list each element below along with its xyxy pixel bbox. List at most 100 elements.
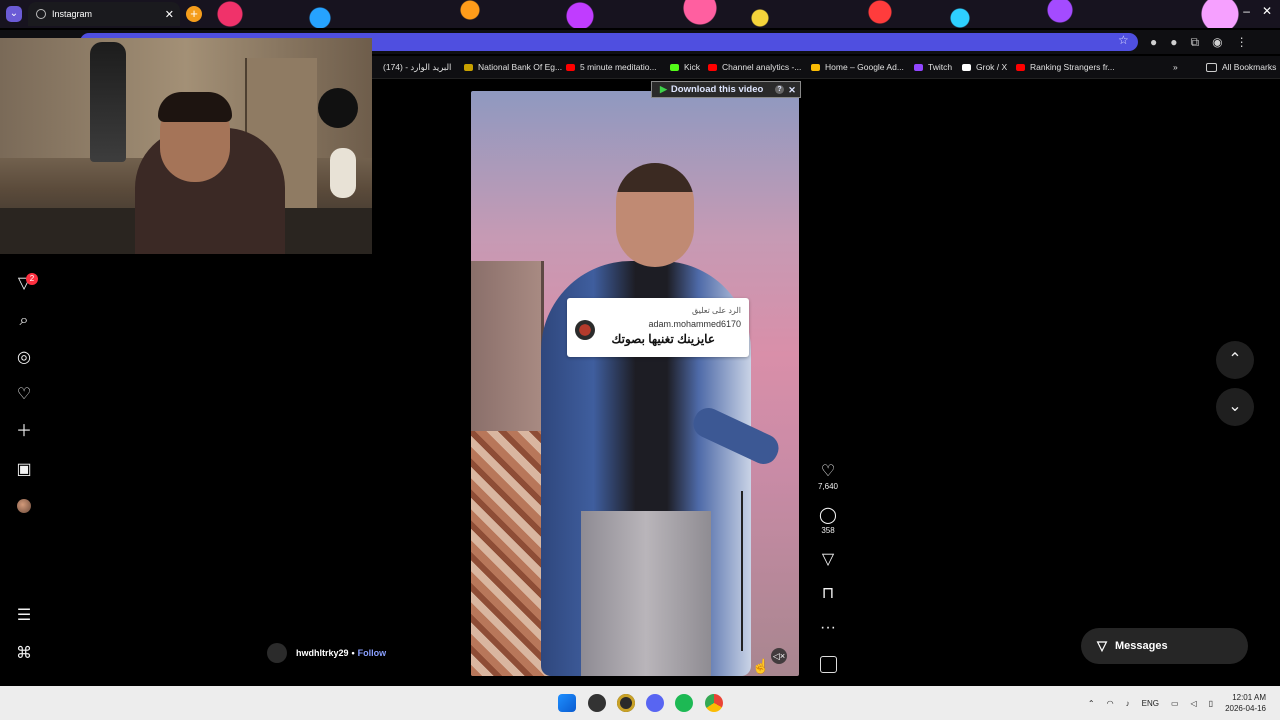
language-indicator[interactable]: ENG xyxy=(1142,699,1159,708)
youtube-icon xyxy=(708,63,717,71)
window-close-button[interactable]: ✕ xyxy=(1262,4,1272,18)
video-cable xyxy=(741,491,743,651)
comment-icon: ◯ xyxy=(819,507,837,524)
tab-instagram[interactable]: Instagram ✕ xyxy=(28,2,180,26)
follow-button[interactable]: Follow xyxy=(358,648,387,658)
heart-icon[interactable]: ♡ xyxy=(14,385,34,405)
like-count: 7,640 xyxy=(817,482,839,491)
audio-thumbnail[interactable] xyxy=(820,656,837,673)
twitch-icon xyxy=(914,63,923,71)
all-bookmarks[interactable]: All Bookmarks xyxy=(1206,62,1276,72)
discord-icon[interactable] xyxy=(646,694,664,712)
google-ads-icon xyxy=(811,63,820,71)
separator-dot: • xyxy=(351,648,355,658)
x-icon xyxy=(962,63,971,71)
clock[interactable]: 12:01 AM 2026-04-16 xyxy=(1225,692,1266,714)
system-tray: ⌃ ◠ ♪ ENG ▭ ◁ ▯ 12:01 AM 2026-04-16 xyxy=(1088,686,1266,720)
youtube-icon xyxy=(566,63,575,71)
video-head xyxy=(616,163,694,267)
send-icon: ▽ xyxy=(821,551,835,568)
search-icon[interactable]: ⌕ xyxy=(14,311,34,331)
download-close-button[interactable]: ✕ xyxy=(787,85,797,95)
download-video-button[interactable]: Download this video xyxy=(671,84,775,95)
webcam-overlay xyxy=(0,38,372,254)
start-icon[interactable] xyxy=(558,694,576,712)
battery-icon[interactable]: ▯ xyxy=(1209,699,1213,708)
next-reel-button[interactable]: ⌄ xyxy=(1216,388,1254,426)
play-icon: ▶ xyxy=(660,84,667,94)
chevron-up-icon[interactable]: ⌃ xyxy=(1088,699,1095,708)
reply-comment-sticker: الرد على تعليق adam.mohammed6170 عايزينك… xyxy=(567,298,749,357)
extension-icon[interactable]: ● xyxy=(1150,35,1157,50)
reel-video[interactable] xyxy=(471,91,799,676)
share-button[interactable]: ▽ xyxy=(812,550,844,570)
notification-badge: 2 xyxy=(26,273,38,285)
folder-icon xyxy=(1206,62,1217,72)
help-icon[interactable]: ? xyxy=(775,85,784,94)
tab-search-icon[interactable]: ⌄ xyxy=(6,6,22,22)
bookmark-star-icon[interactable]: ☆ xyxy=(1118,33,1129,47)
windows-taskbar: ⌃ ◠ ♪ ENG ▭ ◁ ▯ 12:01 AM 2026-04-16 xyxy=(0,686,1280,720)
bookmark-item[interactable]: البريد الوارد - (174) xyxy=(383,62,451,73)
bookmark-icon: ⊓ xyxy=(821,585,835,602)
youtube-icon xyxy=(1016,63,1025,71)
previous-reel-button[interactable]: ⌃ xyxy=(1216,341,1254,379)
webcam-balloon xyxy=(318,88,358,128)
dashboard-icon[interactable]: ▣ xyxy=(14,460,34,480)
profile-circle-icon[interactable]: ● xyxy=(1170,35,1177,50)
new-tab-button[interactable]: + xyxy=(186,6,202,22)
puzzle-icon[interactable]: ⧉ xyxy=(1191,35,1200,50)
bookmark-item[interactable]: National Bank Of Eg... xyxy=(464,62,562,72)
plus-icon[interactable]: ＋ xyxy=(14,422,34,442)
bookmark-item[interactable]: 5 minute meditatio... xyxy=(566,62,657,72)
mouse-cursor-icon: ☝ xyxy=(752,658,770,674)
heart-icon: ♡ xyxy=(820,463,836,480)
bookmark-item[interactable]: Twitch xyxy=(914,62,952,72)
tab-close-button[interactable]: ✕ xyxy=(165,8,174,21)
webcam-mannequin xyxy=(90,42,126,162)
minimize-button[interactable]: – xyxy=(1243,4,1250,18)
commenter-avatar xyxy=(575,320,595,340)
commenter-username: adam.mohammed6170 xyxy=(648,319,741,329)
bookmark-item[interactable]: Home – Google Ad... xyxy=(811,62,904,72)
explore-icon[interactable]: ◎ xyxy=(14,348,34,368)
more-options-button[interactable]: ··· xyxy=(812,618,844,638)
more-icon: ··· xyxy=(820,619,836,636)
account-avatar-icon[interactable]: ◉ xyxy=(1212,35,1222,50)
microphone-icon[interactable]: ♪ xyxy=(1126,699,1130,708)
reel-author: hwdhltrky29 • Follow xyxy=(267,643,386,663)
display-icon[interactable]: ▭ xyxy=(1171,699,1179,708)
kebab-menu-icon[interactable]: ⋮ xyxy=(1236,35,1248,50)
bookmark-item[interactable]: Kick xyxy=(670,62,700,72)
clock-date: 2026-04-16 xyxy=(1225,704,1266,713)
bookmarks-overflow-button[interactable]: » xyxy=(1173,62,1178,72)
menu-icon[interactable]: ☰ xyxy=(14,606,34,626)
app-icon[interactable] xyxy=(617,694,635,712)
like-action[interactable]: ♡ 7,640 xyxy=(812,462,844,491)
bookmark-item[interactable]: Grok / X xyxy=(962,62,1007,72)
video-pants xyxy=(581,511,711,676)
app-icon[interactable] xyxy=(588,694,606,712)
save-button[interactable]: ⊓ xyxy=(812,584,844,604)
webcam-person-hair xyxy=(158,92,232,122)
download-video-bar: ▶ Download this video ? ✕ xyxy=(651,81,801,98)
spotify-icon[interactable] xyxy=(675,694,693,712)
messages-button[interactable]: ▽ Messages xyxy=(1081,628,1248,664)
comment-text: عايزينك تغنيها بصوتك xyxy=(611,332,715,346)
messages-label: Messages xyxy=(1115,640,1168,652)
profile-avatar[interactable] xyxy=(17,499,31,513)
send-icon: ▽ xyxy=(1097,638,1107,653)
clock-time: 12:01 AM xyxy=(1232,693,1266,702)
instagram-sidebar: ▽ ⌕ ◎ ♡ ＋ ▣ ☰ ⌘ xyxy=(0,260,48,680)
meta-icon[interactable]: ⌘ xyxy=(14,644,34,664)
author-username[interactable]: hwdhltrky29 xyxy=(296,648,349,658)
mute-icon[interactable]: ◁× xyxy=(771,648,787,664)
chrome-icon[interactable] xyxy=(705,694,723,712)
volume-icon[interactable]: ◁ xyxy=(1191,699,1197,708)
kick-icon xyxy=(670,63,679,71)
bookmark-item[interactable]: Ranking Strangers fr... xyxy=(1016,62,1115,72)
author-avatar[interactable] xyxy=(267,643,287,663)
comment-action[interactable]: ◯ 358 xyxy=(812,506,844,535)
wifi-icon[interactable]: ◠ xyxy=(1107,699,1114,708)
bookmark-item[interactable]: Channel analytics -... xyxy=(708,62,801,72)
